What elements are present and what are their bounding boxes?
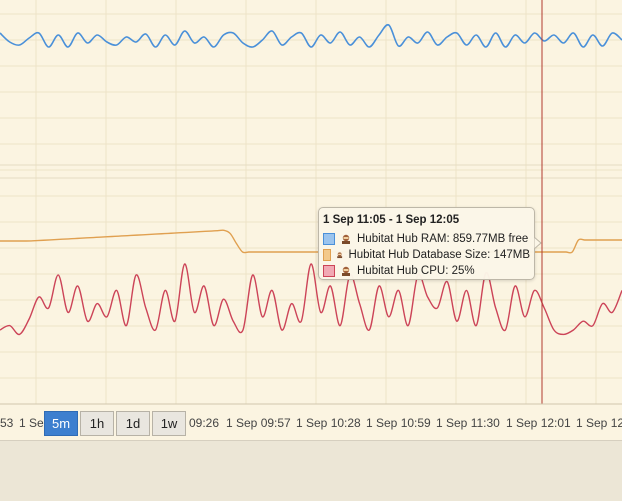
tooltip-row-ram: Hubitat Hub RAM: 859.77MB free bbox=[323, 231, 530, 247]
x-tick-label: 1 Sep 12:3 bbox=[576, 416, 622, 430]
x-tick-label: 1 Sep 12:01 bbox=[506, 416, 571, 430]
hub-icon bbox=[342, 266, 350, 276]
x-tick-label: 1 Sep 10:28 bbox=[296, 416, 361, 430]
tooltip-db-label: Hubitat Hub Database Size: 147MB bbox=[348, 249, 530, 261]
range-1d-button[interactable]: 1d bbox=[116, 411, 150, 436]
range-1w-button[interactable]: 1w bbox=[152, 411, 186, 436]
tooltip-cpu-label: Hubitat Hub CPU: 25% bbox=[357, 265, 475, 277]
x-tick-label: 1 Sep 11:30 bbox=[436, 416, 500, 430]
footer-bar bbox=[0, 440, 622, 501]
cpu-swatch bbox=[323, 265, 335, 277]
range-selector: 5m 1h 1d 1w bbox=[44, 411, 188, 436]
tooltip-row-db: Hubitat Hub Database Size: 147MB bbox=[323, 247, 530, 263]
x-tick-label: 53 bbox=[0, 416, 14, 430]
x-tick-label: 1 Sep 10:59 bbox=[366, 416, 431, 430]
ram-series-line bbox=[0, 23, 622, 48]
db-swatch bbox=[323, 249, 332, 261]
hub-icon bbox=[337, 252, 343, 259]
x-tick-label: 1 Sep 09:57 bbox=[226, 416, 291, 430]
tooltip-ram-label: Hubitat Hub RAM: 859.77MB free bbox=[357, 233, 529, 245]
x-tick-label: 09:26 bbox=[189, 416, 219, 430]
ram-swatch bbox=[323, 233, 335, 245]
range-5m-button[interactable]: 5m bbox=[44, 411, 78, 436]
range-1h-button[interactable]: 1h bbox=[80, 411, 114, 436]
chart-tooltip: 1 Sep 11:05 - 1 Sep 12:05 Hubitat Hub RA… bbox=[318, 207, 535, 280]
tooltip-pointer bbox=[534, 237, 542, 249]
tooltip-row-cpu: Hubitat Hub CPU: 25% bbox=[323, 263, 530, 279]
tooltip-title: 1 Sep 11:05 - 1 Sep 12:05 bbox=[323, 214, 460, 226]
hub-icon bbox=[342, 234, 350, 244]
